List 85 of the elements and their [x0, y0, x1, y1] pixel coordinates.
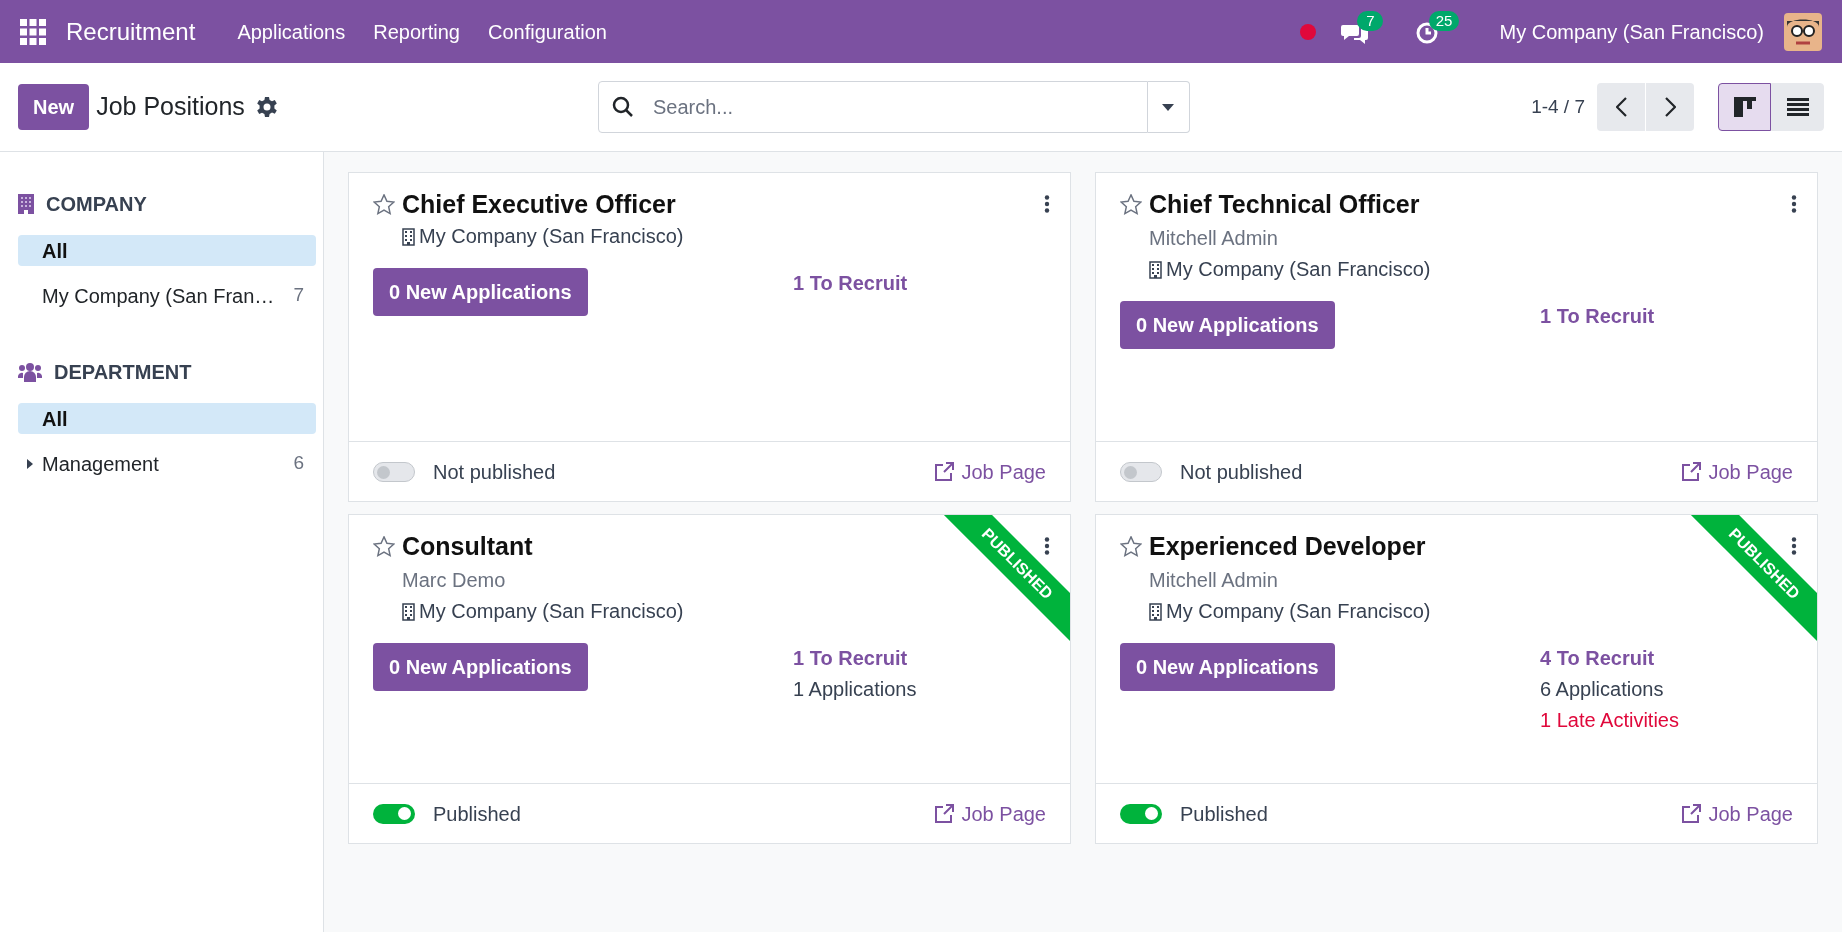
- job-title[interactable]: Consultant: [402, 529, 533, 563]
- company-name: My Company (San Francisco): [419, 224, 684, 249]
- applications-link[interactable]: 6 Applications: [1540, 674, 1679, 705]
- publish-status: Published: [433, 801, 521, 827]
- kebab-menu-icon[interactable]: [1044, 537, 1050, 555]
- list-icon: [1786, 98, 1809, 116]
- caret-right-icon: [27, 458, 33, 469]
- kebab-menu-icon[interactable]: [1044, 195, 1050, 213]
- kanban-icon: [1733, 97, 1756, 117]
- previous-page-button[interactable]: [1597, 83, 1645, 131]
- publish-toggle[interactable]: [1120, 803, 1162, 824]
- applications-link[interactable]: 1 Applications: [793, 674, 917, 705]
- new-applications-button[interactable]: 0 New Applications: [1120, 301, 1335, 349]
- building-icon: [1149, 260, 1162, 279]
- job-title[interactable]: Chief Technical Officer: [1149, 187, 1420, 221]
- company-name: My Company (San Francisco): [1166, 257, 1431, 282]
- job-page-link[interactable]: Job Page: [934, 798, 1046, 829]
- building-icon: [18, 194, 34, 214]
- status-dot-icon[interactable]: [1299, 22, 1318, 41]
- publish-toggle[interactable]: [373, 803, 415, 824]
- star-icon[interactable]: [373, 193, 395, 215]
- menu-item[interactable]: Configuration: [473, 16, 621, 47]
- activity-count-badge: 25: [1428, 10, 1460, 31]
- page-title: Job Positions: [96, 91, 245, 123]
- to-recruit-link[interactable]: 1 To Recruit: [1540, 301, 1655, 332]
- job-page-link[interactable]: Job Page: [1681, 456, 1793, 487]
- app-name[interactable]: Recruitment: [66, 13, 196, 50]
- company-name: My Company (San Francisco): [419, 599, 684, 624]
- list-view-button[interactable]: [1771, 83, 1824, 131]
- job-page-link[interactable]: Job Page: [1681, 798, 1793, 829]
- user-avatar-icon[interactable]: [1784, 12, 1822, 51]
- filter-item[interactable]: My Company (San Fran… 7: [18, 280, 316, 311]
- section-heading: COMPANY: [46, 192, 147, 217]
- to-recruit-link[interactable]: 4 To Recruit: [1540, 643, 1679, 674]
- new-applications-button[interactable]: 0 New Applications: [373, 643, 588, 691]
- external-link-icon: [934, 803, 955, 824]
- kebab-menu-icon[interactable]: [1791, 195, 1797, 213]
- company-name: My Company (San Francisco): [1166, 599, 1431, 624]
- publish-toggle[interactable]: [1120, 461, 1162, 482]
- filter-item[interactable]: All: [18, 235, 316, 266]
- building-icon: [402, 227, 415, 246]
- new-button[interactable]: New: [18, 84, 90, 130]
- to-recruit-link[interactable]: 1 To Recruit: [793, 643, 917, 674]
- star-icon[interactable]: [1120, 193, 1142, 215]
- job-page-link[interactable]: Job Page: [934, 456, 1046, 487]
- menu-item[interactable]: Reporting: [359, 16, 474, 47]
- star-icon[interactable]: [1120, 535, 1142, 557]
- publish-status: Not published: [433, 459, 556, 485]
- search-field[interactable]: Search...: [597, 81, 1148, 133]
- caret-down-icon: [1162, 103, 1175, 111]
- users-icon: [18, 362, 42, 382]
- section-heading: DEPARTMENT: [54, 360, 192, 385]
- settings-icon[interactable]: [256, 97, 277, 117]
- manager-name: Mitchell Admin: [1149, 226, 1279, 251]
- filter-item[interactable]: All: [18, 403, 316, 434]
- kanban-view-button[interactable]: [1718, 83, 1771, 131]
- search-options-toggle[interactable]: [1147, 81, 1190, 133]
- job-title[interactable]: Experienced Developer: [1149, 529, 1426, 563]
- publish-status: Published: [1180, 801, 1268, 827]
- message-count-badge: 7: [1357, 10, 1384, 31]
- search-icon: [611, 96, 634, 118]
- publish-status: Not published: [1180, 459, 1303, 485]
- to-recruit-link[interactable]: 1 To Recruit: [793, 268, 908, 299]
- new-applications-button[interactable]: 0 New Applications: [373, 268, 588, 316]
- activities-button[interactable]: 25: [1415, 10, 1460, 45]
- external-link-icon: [934, 461, 955, 482]
- chevron-right-icon: [1664, 97, 1676, 117]
- menu-item[interactable]: Applications: [223, 16, 360, 47]
- external-link-icon: [1681, 461, 1702, 482]
- new-applications-button[interactable]: 0 New Applications: [1120, 643, 1335, 691]
- company-switcher[interactable]: My Company (San Francisco): [1499, 16, 1764, 47]
- external-link-icon: [1681, 803, 1702, 824]
- job-title[interactable]: Chief Executive Officer: [402, 187, 676, 221]
- pager-value[interactable]: 1-4 / 7: [1531, 92, 1585, 122]
- building-icon: [402, 602, 415, 621]
- filter-item[interactable]: Management 6: [18, 448, 316, 479]
- building-icon: [1149, 602, 1162, 621]
- star-icon[interactable]: [373, 535, 395, 557]
- messages-button[interactable]: 7: [1341, 10, 1384, 45]
- kebab-menu-icon[interactable]: [1791, 537, 1797, 555]
- publish-toggle[interactable]: [373, 461, 415, 482]
- next-page-button[interactable]: [1646, 83, 1694, 131]
- chevron-left-icon: [1615, 97, 1627, 117]
- apps-grid-icon[interactable]: [20, 18, 46, 45]
- late-activities-link[interactable]: 1 Late Activities: [1540, 705, 1679, 736]
